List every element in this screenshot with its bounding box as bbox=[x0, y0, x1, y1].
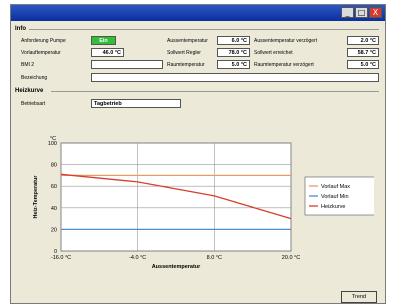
bmi-field[interactable] bbox=[91, 60, 163, 69]
minimize-button[interactable]: _ bbox=[341, 7, 354, 18]
y-tick-label: 60 bbox=[51, 184, 57, 190]
y-tick-label: 40 bbox=[51, 206, 57, 212]
close-button[interactable]: X bbox=[369, 7, 382, 18]
x-axis-label: Aussentemperatur bbox=[152, 264, 201, 270]
aussentemp-verz-label: Aussentemperatur verzögert bbox=[254, 38, 318, 44]
raumtemp-verz-label: Raumtemperatur verzögert bbox=[254, 62, 314, 68]
trend-button[interactable]: Trend bbox=[341, 291, 377, 303]
sollwert-regler-label: Sollwert Regler bbox=[167, 50, 201, 56]
bezeichnung-field[interactable] bbox=[91, 73, 379, 82]
bezeichnung-label: Bezeichung bbox=[21, 75, 48, 81]
y-axis-label: Heiz-Temperatur bbox=[33, 175, 39, 219]
y-tick-label: 80 bbox=[51, 163, 57, 169]
sollwert-regler-field: 78.0 °C bbox=[217, 48, 250, 57]
app-window: _ □ X Info Anforderung Pumpe Ein Vorlauf… bbox=[10, 4, 386, 304]
raumtemp-verz-field: 5.0 °C bbox=[347, 60, 379, 69]
aussentemp-label: Aussentemperatur bbox=[167, 38, 208, 44]
legend-entry: Vorlauf Max bbox=[321, 184, 350, 190]
x-tick-label: 8.0 °C bbox=[207, 255, 222, 261]
legend-entry: Vorlauf Min bbox=[321, 194, 349, 200]
sollwert-erreicht-field: 58.7 °C bbox=[347, 48, 379, 57]
raumtemp-field: 5.0 °C bbox=[217, 60, 250, 69]
x-tick-label: 20.0 °C bbox=[282, 255, 300, 261]
heizkurve-chart: 0 20 40 60 80 100 -16.0 °C -4.0 °C 8.0 °C 20.0 °C… bbox=[29, 131, 384, 291]
vorlauf-label: Vorlauftemperatur bbox=[21, 50, 61, 56]
heizkurve-section-title: Heizkurve bbox=[15, 88, 44, 94]
maximize-button[interactable]: □ bbox=[355, 7, 368, 18]
aussentemp-verz-field: 2.0 °C bbox=[347, 36, 379, 45]
heizkurve-divider bbox=[51, 91, 379, 92]
chart-svg: 020406080100-16.0 °C -4.0 °C 8.0 °C 20.0 °C… bbox=[33, 136, 384, 270]
betriebsart-field: Tagbetrieb bbox=[91, 99, 181, 108]
title-bar: _ □ X bbox=[11, 5, 385, 21]
x-tick-label: -16.0 °C bbox=[51, 255, 71, 261]
sollwert-erreicht-label: Sollwert erreichet bbox=[254, 50, 293, 56]
plot-area bbox=[60, 142, 292, 252]
pump-label: Anforderung Pumpe bbox=[21, 38, 66, 44]
raumtemp-label: Raumtemperatur bbox=[167, 62, 205, 68]
info-divider bbox=[29, 29, 379, 30]
betriebsart-label: Betriebsart bbox=[21, 101, 46, 107]
legend-entry: Heizkurve bbox=[321, 204, 345, 210]
bmi-label: BMI 2 bbox=[21, 62, 35, 68]
aussentemp-field: 6.0 °C bbox=[217, 36, 250, 45]
y-tick-label: 20 bbox=[51, 227, 57, 233]
x-tick-label: -4.0 °C bbox=[129, 255, 146, 261]
pump-status: Ein bbox=[91, 36, 116, 45]
vorlauf-field: 46.0 °C bbox=[91, 48, 124, 57]
info-section-title: Info bbox=[15, 26, 26, 32]
y-unit-label: °C bbox=[50, 136, 56, 142]
